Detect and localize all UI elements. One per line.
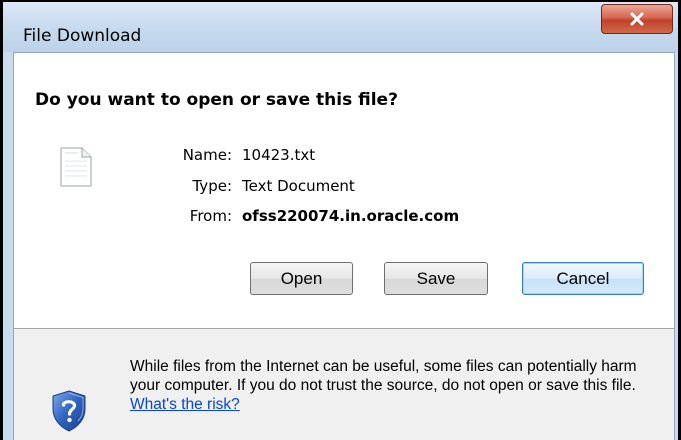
- cancel-button[interactable]: Cancel: [522, 262, 644, 295]
- shield-question-icon: [52, 390, 86, 432]
- title-bar[interactable]: File Download: [3, 2, 678, 52]
- warning-message: While files from the Internet can be use…: [130, 357, 660, 414]
- close-button[interactable]: [601, 4, 673, 34]
- dialog-content: Do you want to open or save this file? N…: [13, 52, 675, 440]
- from-label: From:: [189, 207, 232, 225]
- warning-text: While files from the Internet can be use…: [130, 358, 637, 394]
- close-icon: [630, 12, 644, 26]
- open-button[interactable]: Open: [250, 262, 353, 295]
- name-label: Name:: [182, 146, 232, 164]
- file-type-value: Text Document: [242, 177, 355, 195]
- file-download-dialog: File Download Do you want to open or sav…: [0, 0, 681, 440]
- window-title: File Download: [23, 26, 142, 46]
- file-name-value: 10423.txt: [242, 146, 316, 164]
- save-button[interactable]: Save: [384, 262, 488, 295]
- text-file-icon: [60, 147, 92, 187]
- whats-the-risk-link[interactable]: What's the risk?: [130, 396, 240, 413]
- security-warning: While files from the Internet can be use…: [14, 329, 674, 440]
- type-label: Type:: [192, 177, 232, 195]
- file-source-value: ofss220074.in.oracle.com: [242, 207, 460, 225]
- dialog-question: Do you want to open or save this file?: [35, 90, 398, 110]
